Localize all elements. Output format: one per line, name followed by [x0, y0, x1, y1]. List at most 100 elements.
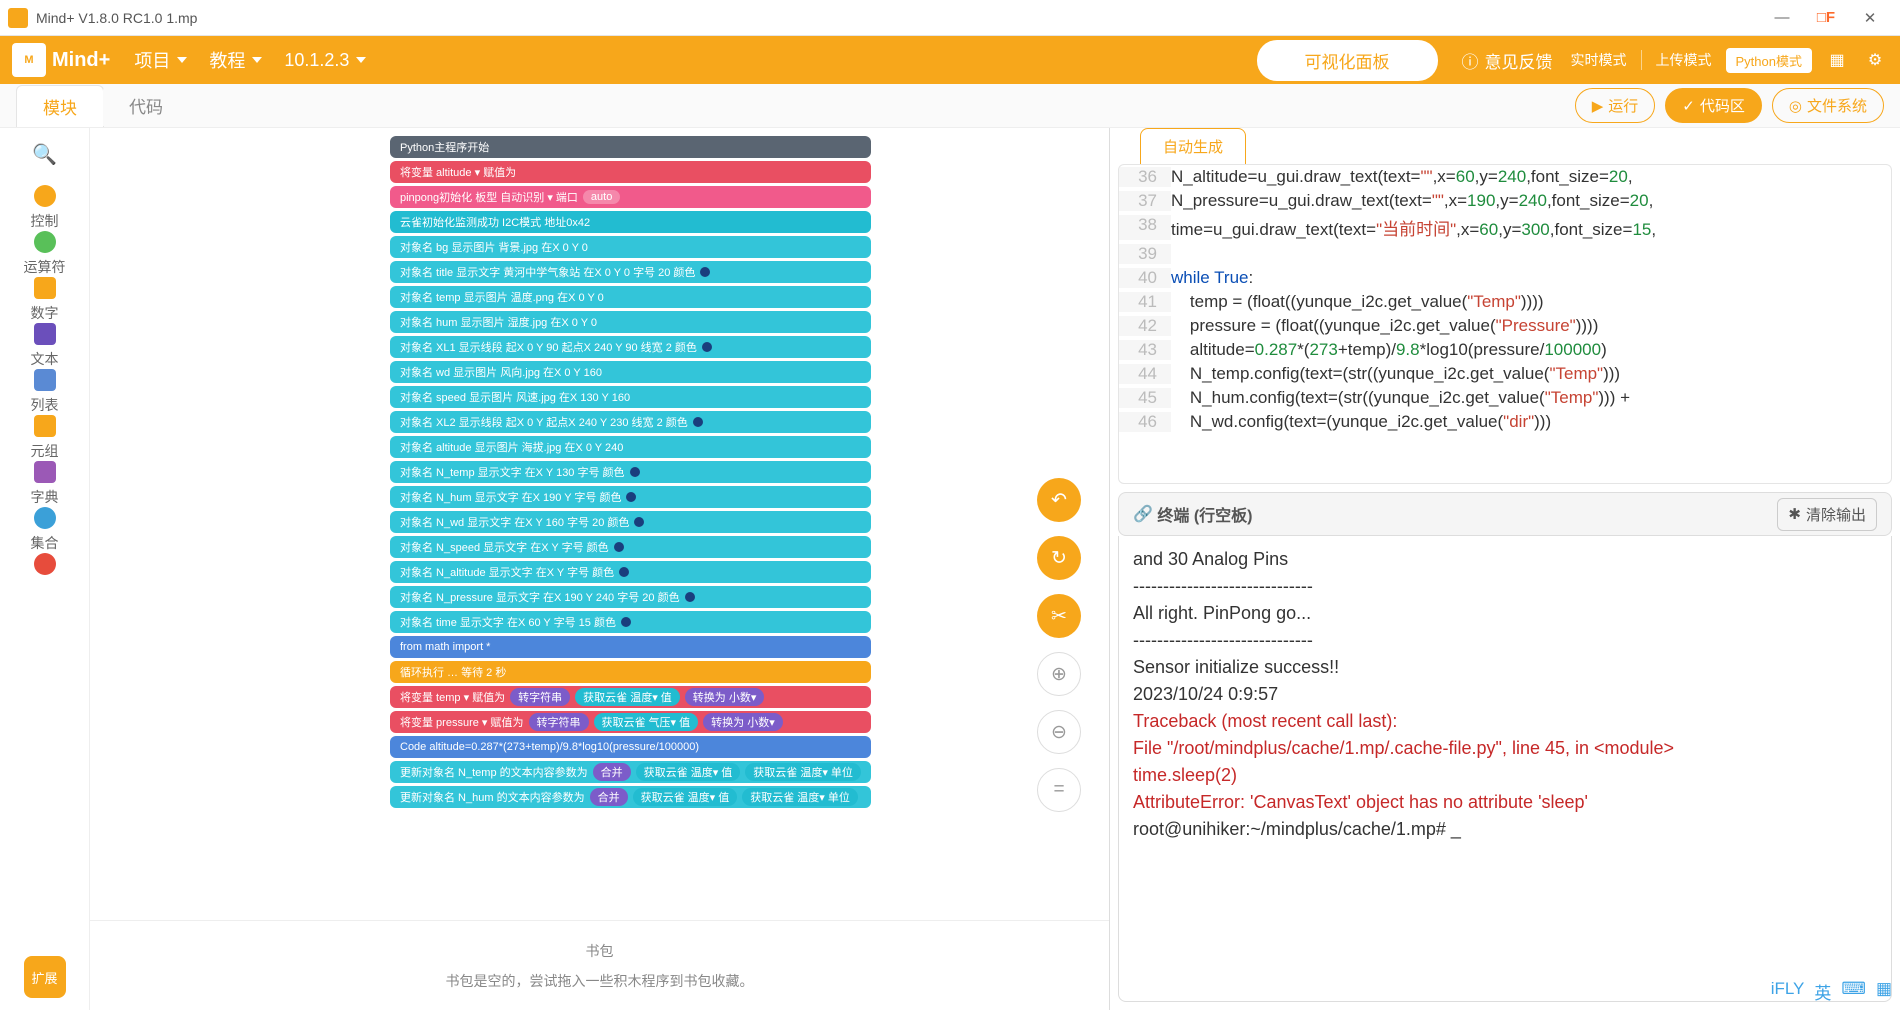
menu-project[interactable]: 项目 — [134, 47, 187, 73]
feedback-button[interactable]: ⓘ意见反馈 — [1462, 48, 1553, 73]
category-label: 字典 — [31, 487, 59, 507]
gear-icon[interactable]: ⚙ — [1862, 47, 1888, 73]
menu-tutorial[interactable]: 教程 — [209, 47, 262, 73]
category-6[interactable]: 字典 — [24, 461, 66, 507]
block-24[interactable]: Code altitude=0.287*(273+temp)/9.8*log10… — [390, 736, 871, 758]
block-13[interactable]: 对象名 N_temp 显示文字 在X Y 130 字号 颜色 — [390, 461, 871, 483]
block-12[interactable]: 对象名 altitude 显示图片 海拔.jpg 在X 0 Y 240 — [390, 436, 871, 458]
zoom-in-button[interactable]: ⊕ — [1037, 652, 1081, 696]
block-stack[interactable]: Python主程序开始将变量 altitude ▾ 赋值为 pinpong初始化 … — [390, 136, 871, 808]
terminal-line: ------------------------------ — [1133, 627, 1877, 654]
block-6[interactable]: 对象名 temp 显示图片 温度.png 在X 0 Y 0 — [390, 286, 871, 308]
block-3[interactable]: 云雀初始化监测成功 I2C模式 地址0x42 — [390, 211, 871, 233]
block-22[interactable]: 将变量 temp ▾ 赋值为转字符串获取云雀 温度▾ 值转换为 小数▾ — [390, 686, 871, 708]
code-editor[interactable]: 36N_altitude=u_gui.draw_text(text="",x=6… — [1118, 164, 1892, 484]
block-8[interactable]: 对象名 XL1 显示线段 起X 0 Y 90 起点X 240 Y 90 线宽 2… — [390, 336, 871, 358]
block-7[interactable]: 对象名 hum 显示图片 湿度.jpg 在X 0 Y 0 — [390, 311, 871, 333]
clear-output-button[interactable]: ✱清除输出 — [1777, 498, 1877, 531]
category-0[interactable]: 控制 — [24, 185, 66, 231]
block-0[interactable]: Python主程序开始 — [390, 136, 871, 158]
keyboard-icon[interactable]: ⌨ — [1841, 979, 1866, 1004]
center-button[interactable]: = — [1037, 768, 1081, 812]
zoom-out-button[interactable]: ⊖ — [1037, 710, 1081, 754]
mode-upload[interactable]: 上传模式 — [1641, 50, 1712, 70]
tray-icons: iFLY 英 ⌨ ▦ — [1771, 979, 1892, 1004]
category-4[interactable]: 列表 — [24, 369, 66, 415]
category-icon — [34, 277, 56, 299]
tab-code[interactable]: 代码 — [103, 85, 189, 126]
search-icon[interactable]: 🔍 — [32, 142, 57, 167]
run-button[interactable]: ▶运行 — [1575, 88, 1656, 123]
code-line: 44 N_temp.config(text=(str((yunque_i2c.g… — [1119, 362, 1891, 386]
terminal-header: 🔗 终端 (行空板) ✱清除输出 — [1118, 492, 1892, 536]
code-zone-button[interactable]: ✓代码区 — [1665, 88, 1762, 123]
terminal-line: and 30 Analog Pins — [1133, 546, 1877, 573]
category-7[interactable]: 集合 — [24, 507, 66, 553]
broom-icon: ✱ — [1788, 505, 1801, 523]
category-column: 🔍 控制运算符数字文本列表元组字典集合 扩展 — [0, 128, 90, 1010]
crop-button[interactable]: ✂ — [1037, 594, 1081, 638]
block-11[interactable]: 对象名 XL2 显示线段 起X 0 Y 起点X 240 Y 230 线宽 2 颜… — [390, 411, 871, 433]
block-15[interactable]: 对象名 N_wd 显示文字 在X Y 160 字号 20 颜色 — [390, 511, 871, 533]
block-10[interactable]: 对象名 speed 显示图片 风速.jpg 在X 130 Y 160 — [390, 386, 871, 408]
tab-auto-generate[interactable]: 自动生成 — [1140, 128, 1246, 164]
redo-button[interactable]: ↻ — [1037, 536, 1081, 580]
filesystem-button[interactable]: ◎文件系统 — [1772, 88, 1884, 123]
target-icon: ◎ — [1789, 97, 1802, 115]
block-17[interactable]: 对象名 N_altitude 显示文字 在X Y 字号 颜色 — [390, 561, 871, 583]
terminal-line: 2023/10/24 0:9:57 — [1133, 681, 1877, 708]
terminal-line: AttributeError: 'CanvasText' object has … — [1133, 789, 1877, 816]
category-icon — [34, 507, 56, 529]
terminal-line: time.sleep(2) — [1133, 762, 1877, 789]
mode-realtime[interactable]: 实时模式 — [1571, 50, 1627, 70]
close-button[interactable]: ✕ — [1848, 4, 1892, 32]
code-line: 36N_altitude=u_gui.draw_text(text="",x=6… — [1119, 165, 1891, 189]
device-icon[interactable]: ▦ — [1824, 47, 1850, 73]
block-9[interactable]: 对象名 wd 显示图片 风向.jpg 在X 0 Y 160 — [390, 361, 871, 383]
category-2[interactable]: 数字 — [24, 277, 66, 323]
block-23[interactable]: 将变量 pressure ▾ 赋值为转字符串获取云雀 气压▾ 值转换为 小数▾ — [390, 711, 871, 733]
block-19[interactable]: 对象名 time 显示文字 在X 60 Y 字号 15 颜色 — [390, 611, 871, 633]
code-line: 45 N_hum.config(text=(str((yunque_i2c.ge… — [1119, 386, 1891, 410]
menu-ip[interactable]: 10.1.2.3 — [284, 50, 366, 71]
category-label: 运算符 — [24, 257, 66, 277]
tab-blocks[interactable]: 模块 — [16, 85, 104, 127]
block-20[interactable]: from math import * — [390, 636, 871, 658]
block-5[interactable]: 对象名 title 显示文字 黄河中学气象站 在X 0 Y 0 字号 20 颜色 — [390, 261, 871, 283]
block-4[interactable]: 对象名 bg 显示图片 背景.jpg 在X 0 Y 0 — [390, 236, 871, 258]
extension-button[interactable]: 扩展 — [24, 956, 66, 998]
minimize-button[interactable]: — — [1760, 4, 1804, 32]
category-8[interactable] — [24, 553, 66, 579]
block-16[interactable]: 对象名 N_speed 显示文字 在X Y 字号 颜色 — [390, 536, 871, 558]
logo-icon: M — [12, 43, 46, 77]
block-18[interactable]: 对象名 N_pressure 显示文字 在X 190 Y 240 字号 20 颜… — [390, 586, 871, 608]
main-area: 🔍 控制运算符数字文本列表元组字典集合 扩展 Python主程序开始将变量 al… — [0, 128, 1900, 1010]
terminal-output[interactable]: and 30 Analog Pins----------------------… — [1118, 536, 1892, 1002]
category-label: 数字 — [31, 303, 59, 323]
block-26[interactable]: 更新对象名 N_hum 的文本内容参数为合并获取云雀 温度▾ 值获取云雀 温度▾… — [390, 786, 871, 808]
backpack-label: 书包 — [586, 941, 614, 961]
category-1[interactable]: 运算符 — [24, 231, 66, 277]
canvas-tool-buttons: ↶ ↻ ✂ ⊕ ⊖ = — [1037, 478, 1081, 812]
maximize-button[interactable]: □F — [1804, 4, 1848, 32]
block-21[interactable]: 循环执行 … 等待 2 秒 — [390, 661, 871, 683]
apps-icon[interactable]: ▦ — [1876, 979, 1892, 1004]
ime-icon[interactable]: 英 — [1814, 979, 1831, 1004]
undo-button[interactable]: ↶ — [1037, 478, 1081, 522]
terminal-line: root@unihiker:~/mindplus/cache/1.mp# _ — [1133, 816, 1877, 843]
code-line: 40while True: — [1119, 266, 1891, 290]
ifly-icon[interactable]: iFLY — [1771, 979, 1805, 1004]
block-2[interactable]: pinpong初始化 板型 自动识别 ▾ 端口auto — [390, 186, 871, 208]
block-25[interactable]: 更新对象名 N_temp 的文本内容参数为合并获取云雀 温度▾ 值获取云雀 温度… — [390, 761, 871, 783]
tab-row: 模块 代码 ▶运行 ✓代码区 ◎文件系统 — [0, 84, 1900, 128]
visual-panel-button[interactable]: 可视化面板 — [1257, 40, 1438, 81]
python-mode-button[interactable]: Python模式 — [1726, 48, 1812, 73]
titlebar: Mind+ V1.8.0 RC1.0 1.mp — □F ✕ — [0, 0, 1900, 36]
block-14[interactable]: 对象名 N_hum 显示文字 在X 190 Y 字号 颜色 — [390, 486, 871, 508]
block-canvas[interactable]: Python主程序开始将变量 altitude ▾ 赋值为 pinpong初始化 … — [90, 128, 1110, 1010]
block-1[interactable]: 将变量 altitude ▾ 赋值为 — [390, 161, 871, 183]
terminal-line: ------------------------------ — [1133, 573, 1877, 600]
terminal-line: All right. PinPong go... — [1133, 600, 1877, 627]
category-5[interactable]: 元组 — [24, 415, 66, 461]
category-3[interactable]: 文本 — [24, 323, 66, 369]
